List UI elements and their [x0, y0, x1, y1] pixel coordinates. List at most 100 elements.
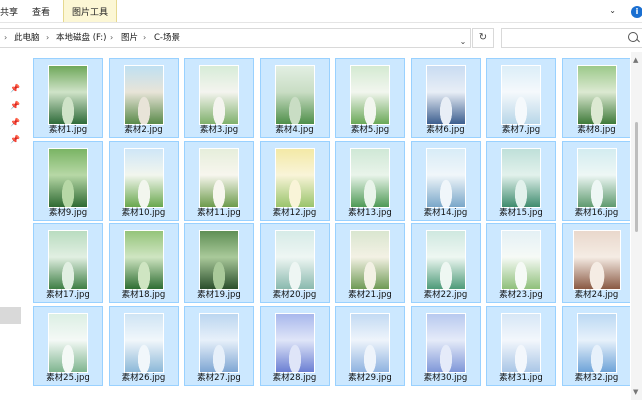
chevron-right-icon[interactable]: › [46, 29, 49, 47]
file-name-label: 素材13.jpg [348, 207, 392, 218]
file-item[interactable]: 素材8.jpg [561, 58, 630, 138]
file-item[interactable]: 素材32.jpg [561, 305, 630, 386]
image-thumbnail [425, 230, 466, 290]
file-item[interactable]: 素材1.jpg [33, 58, 103, 138]
file-name-label: 素材3.jpg [199, 125, 239, 135]
image-thumbnail [350, 312, 390, 373]
help-icon[interactable]: i [631, 6, 642, 18]
file-name-label: 素材15.jpg [499, 207, 543, 218]
file-name-label: 素材29.jpg [348, 372, 392, 383]
file-name-label: 素材20.jpg [272, 290, 317, 300]
image-thumbnail [274, 65, 315, 125]
image-thumbnail [48, 65, 88, 125]
file-name-label: 素材10.jpg [121, 207, 166, 218]
file-name-label: 素材12.jpg [272, 207, 317, 218]
file-name-label: 素材16.jpg [574, 207, 619, 218]
file-name-label: 素材28.jpg [272, 372, 317, 383]
file-name-label: 素材18.jpg [121, 290, 166, 300]
pin-icon: 📌 [10, 101, 20, 110]
scroll-thumb[interactable] [635, 122, 638, 232]
file-item[interactable]: 素材17.jpg [33, 223, 103, 303]
file-item[interactable]: 素材20.jpg [259, 223, 330, 303]
file-item[interactable]: 素材25.jpg [33, 305, 103, 386]
search-icon [628, 32, 638, 42]
breadcrumb-pictures[interactable]: 图片 [121, 29, 138, 47]
file-item[interactable]: 素材16.jpg [561, 140, 630, 221]
file-item[interactable]: 素材11.jpg [184, 140, 254, 221]
image-thumbnail [274, 312, 315, 373]
address-bar[interactable]: › 此电脑 › 本地磁盘 (F:) › 图片 › C-场景 ⌄ [0, 28, 471, 48]
image-thumbnail [501, 147, 541, 208]
file-item[interactable]: 素材3.jpg [184, 58, 254, 138]
file-item[interactable]: 素材22.jpg [410, 223, 481, 303]
file-item[interactable]: 素材12.jpg [259, 140, 330, 221]
ribbon-expand-icon[interactable]: ⌄ [609, 6, 616, 15]
image-thumbnail [123, 147, 164, 208]
file-name-label: 素材5.jpg [350, 125, 390, 135]
file-name-label: 素材23.jpg [499, 290, 543, 300]
image-thumbnail [123, 230, 164, 290]
chevron-right-icon[interactable]: › [110, 29, 113, 47]
file-name-label: 素材9.jpg [48, 207, 88, 218]
file-item[interactable]: 素材13.jpg [335, 140, 405, 221]
file-item[interactable]: 素材19.jpg [184, 223, 254, 303]
tab-share[interactable]: 共享 [0, 0, 20, 22]
file-item[interactable]: 素材26.jpg [108, 305, 179, 386]
nav-selected-item[interactable] [0, 307, 21, 324]
image-thumbnail [123, 65, 164, 125]
file-item[interactable]: 素材21.jpg [335, 223, 405, 303]
file-item[interactable]: 素材2.jpg [108, 58, 179, 138]
file-item[interactable]: 素材5.jpg [335, 58, 405, 138]
file-item[interactable]: 素材15.jpg [486, 140, 556, 221]
address-row: › 此电脑 › 本地磁盘 (F:) › 图片 › C-场景 ⌄ ↻ [0, 24, 642, 50]
file-item[interactable]: 素材4.jpg [259, 58, 330, 138]
pin-icon: 📌 [10, 84, 20, 93]
chevron-right-icon[interactable]: › [143, 29, 146, 47]
breadcrumb-current-folder[interactable]: C-场景 [154, 29, 180, 47]
image-thumbnail [576, 147, 617, 208]
image-thumbnail [123, 312, 164, 373]
file-item[interactable]: 素材29.jpg [335, 305, 405, 386]
file-name-label: 素材1.jpg [48, 125, 88, 135]
vertical-scrollbar[interactable]: ▲ ▼ [631, 52, 642, 400]
pin-icon: 📌 [10, 135, 20, 144]
image-thumbnail [576, 65, 617, 125]
file-item[interactable]: 素材18.jpg [108, 223, 179, 303]
file-item[interactable]: 素材14.jpg [410, 140, 481, 221]
image-thumbnail [501, 65, 541, 125]
image-thumbnail [199, 230, 239, 290]
file-item[interactable]: 素材24.jpg [561, 223, 630, 303]
file-item[interactable]: 素材9.jpg [33, 140, 103, 221]
scroll-down-icon[interactable]: ▼ [633, 388, 638, 396]
image-thumbnail [572, 230, 621, 290]
pin-icon: 📌 [10, 118, 20, 127]
breadcrumb-this-pc[interactable]: 此电脑 [14, 29, 40, 47]
file-item[interactable]: 素材6.jpg [410, 58, 481, 138]
file-item[interactable]: 素材10.jpg [108, 140, 179, 221]
image-thumbnail [199, 65, 239, 125]
tab-picture-tools[interactable]: 图片工具 [63, 0, 117, 22]
image-thumbnail [48, 230, 88, 290]
ribbon-tabs: 共享 查看 图片工具 ⌄ i [0, 0, 642, 23]
file-name-label: 素材25.jpg [46, 372, 90, 383]
tab-view[interactable]: 查看 [32, 0, 62, 22]
file-item[interactable]: 素材30.jpg [410, 305, 481, 386]
breadcrumb-local-disk[interactable]: 本地磁盘 (F:) [56, 29, 106, 47]
file-name-label: 素材2.jpg [124, 125, 163, 135]
file-name-label: 素材30.jpg [423, 372, 468, 383]
address-history-dropdown-icon[interactable]: ⌄ [458, 33, 468, 51]
search-input[interactable] [501, 28, 642, 48]
scroll-up-icon[interactable]: ▲ [633, 56, 638, 64]
file-item[interactable]: 素材7.jpg [486, 58, 556, 138]
file-name-label: 素材17.jpg [46, 290, 90, 300]
image-thumbnail [501, 312, 541, 373]
image-thumbnail [350, 65, 390, 125]
navigation-pane: 📌 📌 📌 📌 [0, 52, 23, 400]
file-item[interactable]: 素材23.jpg [486, 223, 556, 303]
file-item[interactable]: 素材28.jpg [259, 305, 330, 386]
file-item[interactable]: 素材31.jpg [486, 305, 556, 386]
image-thumbnail [425, 312, 466, 373]
file-name-label: 素材27.jpg [197, 372, 241, 383]
refresh-button[interactable]: ↻ [472, 28, 494, 48]
file-item[interactable]: 素材27.jpg [184, 305, 254, 386]
